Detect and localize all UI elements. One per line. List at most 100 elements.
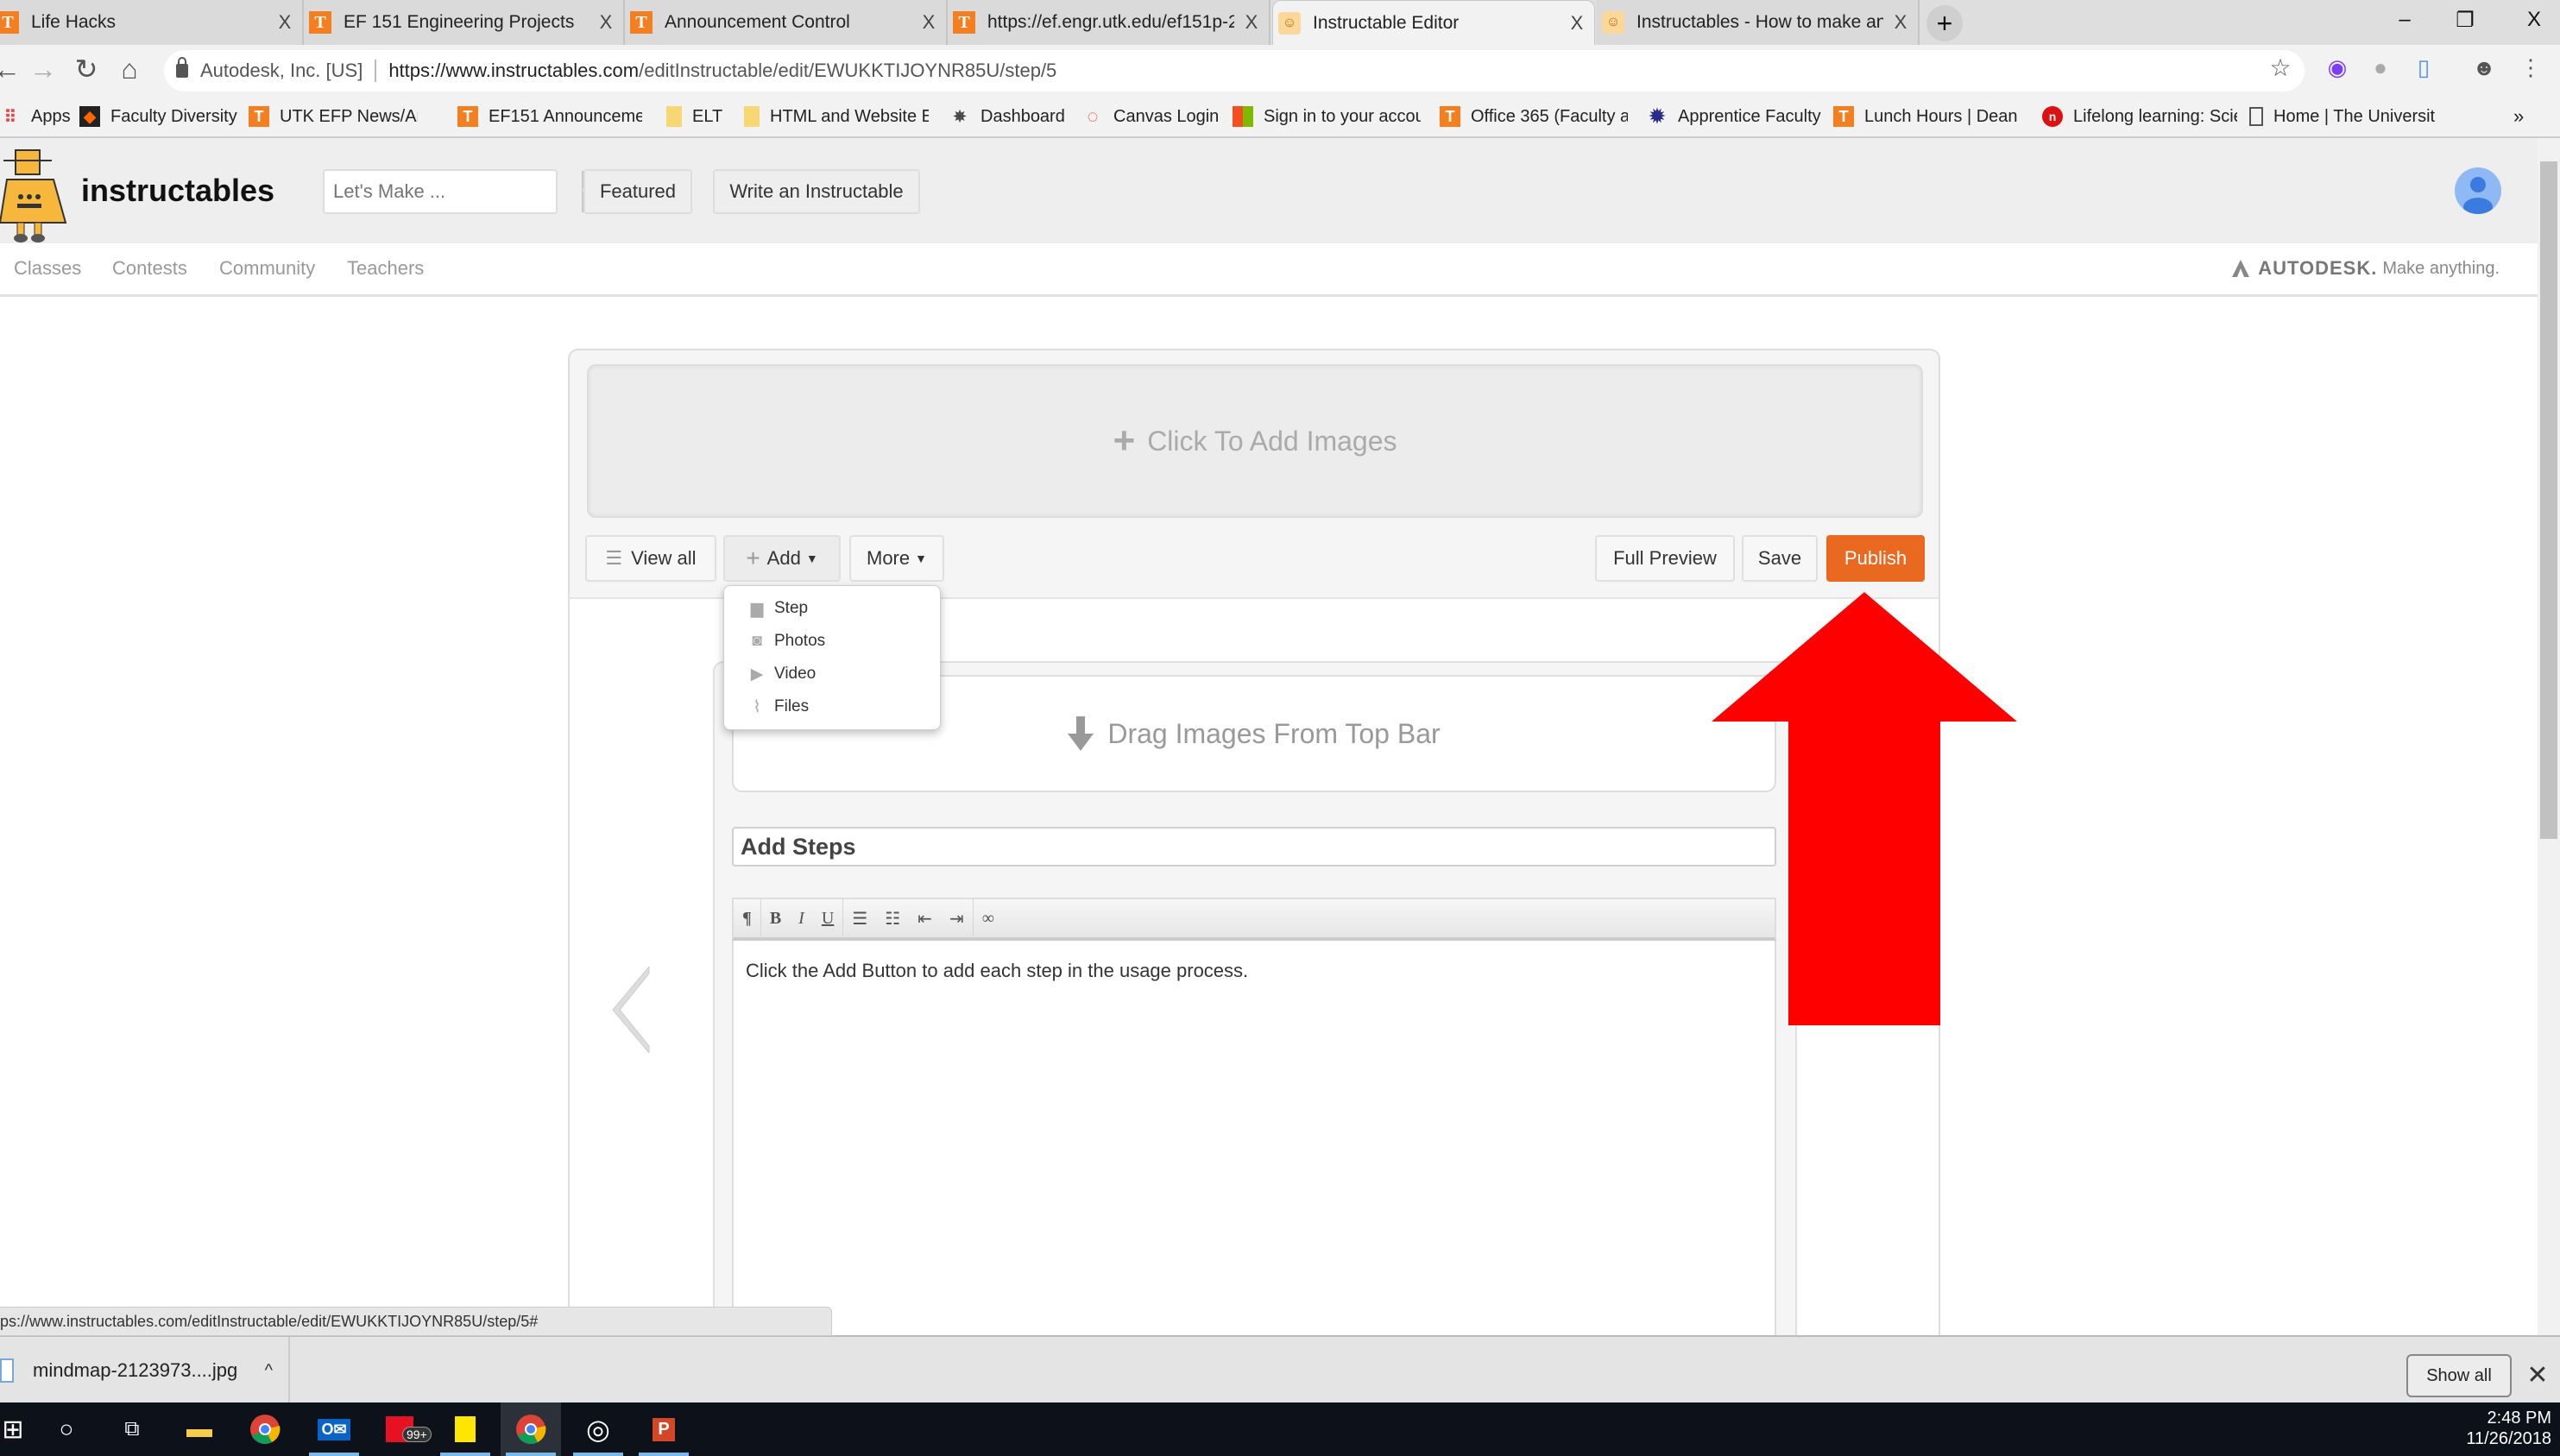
tab-announcement-control[interactable]: T Announcement Control X: [625, 0, 948, 45]
step-body-editor[interactable]: Click the Add Button to add each step in…: [732, 941, 1776, 1343]
powerpoint-icon[interactable]: P: [634, 1402, 694, 1456]
menu-item-step[interactable]: ▆ Step: [747, 595, 808, 622]
bookmark-faculty-diversity[interactable]: ◆ Faculty Diversity: [79, 97, 237, 136]
sync-app-icon[interactable]: ◎: [568, 1402, 628, 1456]
bookmark-apprentice-faculty[interactable]: ✹ Apprentice Faculty: [1647, 97, 1821, 136]
bookmark-dashboard[interactable]: ✵ Dashboard: [949, 97, 1064, 136]
bookmarks-overflow-button[interactable]: »: [2513, 97, 2524, 136]
menu-item-video[interactable]: ▶ Video: [747, 660, 817, 688]
instructables-robot-logo[interactable]: [0, 148, 73, 243]
bookmark-star-icon[interactable]: ☆: [2265, 52, 2296, 83]
bookmark-home-university[interactable]: Home | The Universit: [2249, 97, 2436, 136]
tab-close-icon[interactable]: X: [589, 11, 623, 34]
lifelong-icon: n: [2042, 106, 2063, 127]
chrome-icon[interactable]: [235, 1402, 295, 1456]
extension-icon[interactable]: ◉: [2322, 52, 2353, 83]
restore-button[interactable]: ❐: [2439, 0, 2491, 40]
arrow-down-icon: [1068, 716, 1094, 751]
tab-close-icon[interactable]: X: [268, 11, 302, 34]
browser-toolbar: ← → ↻ ⌂ Autodesk, Inc. [US] https://www.…: [0, 45, 2560, 97]
tab-title: Instructables - How to make anyt: [1636, 12, 1883, 32]
reload-icon[interactable]: ↻: [69, 52, 104, 86]
nav-classes[interactable]: Classes: [14, 257, 81, 280]
add-dropdown-button[interactable]: + Add ▼: [723, 535, 841, 582]
autodesk-brand[interactable]: AUTODESK. Make anything.: [2230, 257, 2500, 280]
numbered-list-icon[interactable]: ☷: [876, 898, 909, 938]
address-bar[interactable]: Autodesk, Inc. [US] https://www.instruct…: [164, 50, 2305, 91]
tab-instructables-home[interactable]: ☺ Instructables - How to make anyt X: [1597, 0, 1920, 45]
new-tab-button[interactable]: +: [1926, 5, 1963, 41]
chrome-logo-icon: [250, 1415, 281, 1444]
bold-button[interactable]: B: [761, 898, 790, 938]
outlook-icon[interactable]: O✉: [304, 1402, 364, 1456]
nav-teachers[interactable]: Teachers: [347, 257, 424, 280]
chrome-profile-icon[interactable]: [501, 1402, 561, 1456]
view-all-button[interactable]: ☰ View all: [585, 535, 716, 582]
notification-app-icon[interactable]: 99+: [369, 1402, 432, 1456]
tab-close-icon[interactable]: X: [1560, 12, 1594, 35]
docs-extension-icon[interactable]: ▯: [2408, 52, 2439, 83]
task-view-icon[interactable]: ⧉: [102, 1402, 162, 1456]
download-item[interactable]: mindmap-2123973....jpg ^: [0, 1337, 290, 1404]
save-button[interactable]: Save: [1742, 535, 1818, 582]
minimize-button[interactable]: –: [2379, 0, 2431, 40]
tab-title: Life Hacks: [31, 12, 117, 32]
bookmark-canvas-login[interactable]: ◌ Canvas Login: [1082, 97, 1219, 136]
indent-icon[interactable]: ⇥: [941, 898, 973, 938]
tab-ef-engr[interactable]: T https://ef.engr.utk.edu/ef151p-20 X: [948, 0, 1271, 45]
bookmark-elt[interactable]: ELT: [666, 97, 722, 136]
tab-close-icon[interactable]: X: [1234, 11, 1269, 34]
bullet-list-icon[interactable]: ☰: [843, 898, 876, 938]
back-icon[interactable]: ←: [0, 52, 24, 86]
sticky-notes-icon[interactable]: [435, 1402, 495, 1456]
featured-button[interactable]: Featured: [583, 169, 692, 214]
bookmark-lifelong-learning[interactable]: n Lifelong learning: Scie: [2042, 97, 2237, 136]
menu-kebab-icon[interactable]: ⋮: [2515, 52, 2546, 83]
full-preview-button[interactable]: Full Preview: [1595, 535, 1735, 582]
close-download-shelf-icon[interactable]: ✕: [2520, 1358, 2555, 1392]
more-dropdown-button[interactable]: More ▼: [849, 535, 944, 582]
bookmark-label: Lunch Hours | Dean o: [1864, 106, 2021, 126]
paragraph-format-button[interactable]: ¶: [734, 898, 760, 938]
system-clock[interactable]: 2:48 PM 11/26/2018: [2466, 1408, 2551, 1449]
tab-close-icon[interactable]: X: [1883, 11, 1918, 34]
tab-ef151-projects[interactable]: T EF 151 Engineering Projects X: [304, 0, 625, 45]
forward-icon[interactable]: →: [26, 52, 60, 86]
italic-button[interactable]: I: [790, 898, 813, 938]
tab-title: Instructable Editor: [1313, 12, 1460, 33]
link-icon[interactable]: ∞: [974, 898, 1003, 938]
home-icon[interactable]: ⌂: [112, 52, 147, 86]
underline-button[interactable]: U: [813, 898, 842, 938]
bookmark-ef151-announcements[interactable]: T EF151 Announcemen: [457, 97, 642, 136]
step-title-input[interactable]: Add Steps: [732, 827, 1776, 867]
bookmark-html-website[interactable]: HTML and Website E: [744, 97, 929, 136]
close-window-button[interactable]: X: [2508, 0, 2560, 40]
tab-instructable-editor[interactable]: ☺ Instructable Editor X: [1272, 0, 1595, 45]
write-instructable-button[interactable]: Write an Instructable: [713, 169, 920, 214]
menu-item-photos[interactable]: ◙ Photos: [747, 627, 825, 655]
search-input[interactable]: [325, 171, 582, 212]
previous-step-arrow-icon[interactable]: [608, 967, 651, 1053]
bookmark-microsoft-signin[interactable]: Sign in to your accou: [1233, 97, 1421, 136]
tab-life-hacks[interactable]: T Life Hacks X: [0, 0, 304, 45]
add-images-dropzone[interactable]: + Click To Add Images: [587, 364, 1923, 518]
bookmark-lunch-hours[interactable]: T Lunch Hours | Dean o: [1833, 97, 2021, 136]
bookmark-utk-efp[interactable]: T UTK EFP News/Annou: [249, 97, 418, 136]
nav-contests[interactable]: Contests: [112, 257, 187, 280]
cortana-search-icon[interactable]: ○: [36, 1402, 97, 1456]
chevron-up-icon[interactable]: ^: [265, 1361, 273, 1381]
scrollbar-thumb[interactable]: [2540, 161, 2557, 839]
extension-icon[interactable]: ●: [2365, 52, 2396, 83]
user-avatar[interactable]: [2455, 167, 2501, 214]
site-logo-text[interactable]: instructables: [81, 173, 274, 209]
nav-community[interactable]: Community: [219, 257, 315, 280]
profile-avatar-icon[interactable]: ☻: [2469, 52, 2500, 83]
publish-button[interactable]: Publish: [1826, 535, 1925, 582]
outdent-icon[interactable]: ⇤: [909, 898, 941, 938]
bookmark-apps[interactable]: ⠿ Apps: [0, 97, 71, 136]
menu-item-files[interactable]: ⌇ Files: [747, 693, 809, 721]
bookmark-office365[interactable]: T Office 365 (Faculty ar: [1440, 97, 1628, 136]
file-explorer-icon[interactable]: ▬: [169, 1402, 230, 1456]
tab-close-icon[interactable]: X: [911, 11, 946, 34]
show-all-downloads-button[interactable]: Show all: [2406, 1354, 2512, 1397]
